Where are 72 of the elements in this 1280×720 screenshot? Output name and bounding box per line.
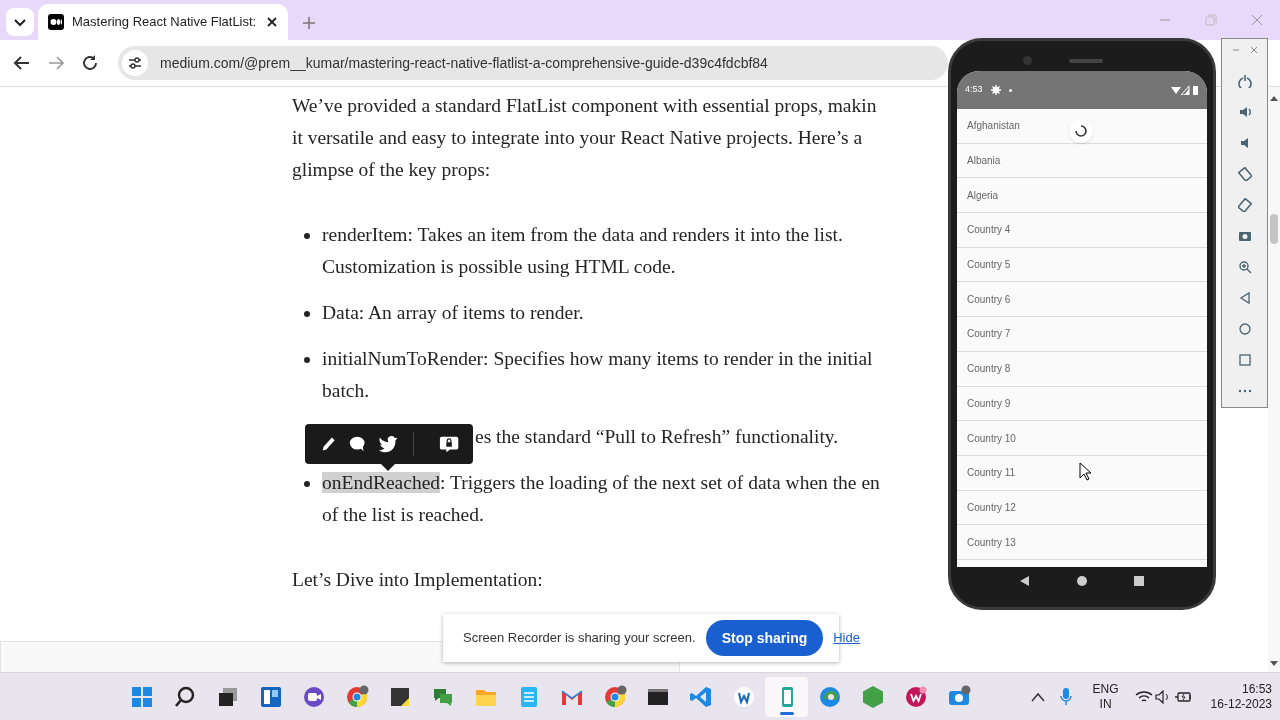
speaker-icon[interactable]	[1154, 689, 1171, 704]
code-editor-icon	[688, 684, 713, 709]
list-item[interactable]: Country 9	[957, 386, 1207, 422]
list-item[interactable]: Country 10	[957, 421, 1207, 456]
twitter-icon[interactable]	[377, 434, 398, 454]
browser-icon	[344, 684, 369, 709]
wifi-icon[interactable]	[1134, 689, 1153, 704]
signal-status-icon	[1171, 85, 1199, 95]
list-item[interactable]: Algeria	[957, 178, 1207, 214]
list-item[interactable]: Country 7	[957, 317, 1207, 352]
zoom-icon[interactable]	[1237, 260, 1252, 275]
tab-list-icon[interactable]	[6, 8, 34, 36]
back-icon[interactable]	[1019, 575, 1032, 587]
hexagon-icon	[860, 684, 885, 709]
rotate-left-icon[interactable]	[1237, 166, 1252, 181]
list-item-text: es the standard “Pull to Refresh” functionality.	[475, 425, 839, 449]
close-icon[interactable]	[266, 16, 278, 28]
microphone-icon[interactable]	[1058, 686, 1073, 707]
chevron-up-icon[interactable]	[1030, 691, 1045, 702]
list-item-text: initialNumToRender: Specifies how many items to render in the initial batch.	[322, 347, 873, 403]
highlighted-list-item-text: onEndReached: Triggers the loading of the next set of data when the en of the list is reached.	[322, 471, 880, 527]
video-chat-icon	[301, 684, 326, 709]
list-item[interactable]: Country 8	[957, 351, 1207, 387]
browser-tab[interactable]: Mastering React Native FlatList:	[38, 4, 288, 40]
gear-icon	[990, 85, 1001, 95]
list-item[interactable]: Country 6	[957, 282, 1207, 318]
home-icon[interactable]	[1237, 322, 1252, 337]
private-note-icon[interactable]	[438, 434, 459, 454]
site-settings-icon[interactable]	[122, 50, 148, 76]
power-icon[interactable]	[1237, 73, 1252, 88]
bullet-point	[304, 481, 310, 487]
list-item[interactable]: Albania	[957, 143, 1207, 179]
list-item[interactable]: Country 13	[957, 525, 1207, 560]
hide-link[interactable]: Hide	[833, 628, 860, 648]
status-time: 4:53	[965, 83, 983, 97]
scroll-up-icon[interactable]	[1268, 94, 1280, 102]
clock[interactable]: 16:53 16-12-2023	[1210, 681, 1272, 712]
reload-icon[interactable]	[80, 53, 100, 73]
search-icon	[172, 684, 197, 709]
site-logo-icon	[48, 14, 64, 30]
language-indicator[interactable]: ENG IN	[1092, 681, 1119, 712]
list-item[interactable]: Country 5	[957, 247, 1207, 283]
bullet-point	[304, 311, 310, 317]
list-item-text: renderItem: Takes an item from the data and renders it into the list. Customization is possible using HTML code.	[322, 223, 843, 279]
camera-icon[interactable]	[1237, 229, 1252, 243]
app-icon	[903, 684, 928, 709]
overview-icon[interactable]	[1237, 353, 1252, 368]
list-item[interactable]: Country 12	[957, 490, 1207, 526]
mouse-cursor-icon	[1079, 462, 1092, 481]
scroll-down-icon[interactable]	[1268, 660, 1280, 668]
list-item-text: Data: An array of items to render.	[322, 301, 584, 325]
volume-up-icon[interactable]	[1237, 104, 1252, 119]
address-bar[interactable]: medium.com/@prem__kumar/mastering-react-native-flatlist-a-comprehensive-guide-d39c4fdcbf84	[118, 46, 948, 80]
rotate-right-icon[interactable]	[1237, 197, 1252, 212]
app-icon	[731, 684, 756, 709]
list-item[interactable]: Country 4	[957, 213, 1207, 248]
scrollbar-thumb[interactable]	[1270, 214, 1278, 244]
recents-icon[interactable]	[1132, 575, 1145, 587]
section-heading: Let’s Dive into Implementation:	[292, 568, 544, 592]
sharing-message: Screen Recorder is sharing your screen.	[463, 629, 696, 648]
stop-sharing-button[interactable]: Stop sharing	[705, 620, 824, 656]
speaker-grille	[1069, 59, 1103, 63]
bullet-point	[304, 233, 310, 239]
browser-icon	[602, 684, 627, 709]
battery-charging-icon[interactable]	[1174, 689, 1193, 704]
browser-icon	[817, 684, 842, 709]
paragraph: We’ve provided a standard FlatList component with essential props, makin it versatile and easy to integrate into your React Native projects. Here’s a glimpse of the key props:	[292, 94, 878, 182]
bullet-point	[304, 357, 310, 363]
widgets-icon	[258, 684, 283, 709]
start-icon	[129, 684, 154, 709]
tab-title: Mastering React Native FlatList:	[72, 13, 258, 32]
home-icon[interactable]	[1076, 575, 1088, 587]
